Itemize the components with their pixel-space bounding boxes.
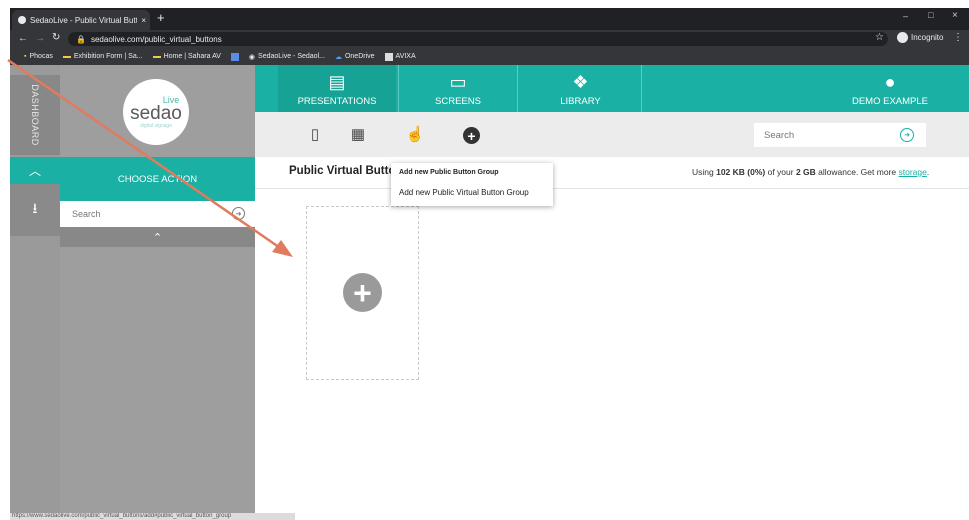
touch-hand-icon[interactable]: ☝ <box>406 124 425 144</box>
bookmark-item[interactable]: Home | Sahara AV <box>152 53 221 60</box>
onedrive-icon: ☁ <box>334 53 342 61</box>
bookmark-dot-icon: ▪ <box>24 53 27 60</box>
bookmark-item[interactable]: ◉ SedaoLive - Sedaol... <box>249 53 325 61</box>
bookmarks-bar: ▪ Phocas Exhibition Form | Sa... Home | S… <box>10 48 969 65</box>
user-name: DEMO EXAMPLE <box>851 96 929 107</box>
bookmark-site-icon <box>230 52 239 61</box>
divider <box>255 188 969 189</box>
browser-status-url: https://www.sedaolive.com/public_virtual… <box>10 513 295 520</box>
bookmark-item[interactable]: Exhibition Form | Sa... <box>62 53 143 60</box>
new-tab-button[interactable]: + <box>157 10 165 25</box>
user-icon: ● <box>884 72 896 92</box>
incognito-badge[interactable]: Incognito <box>897 32 943 43</box>
tab-close-icon[interactable]: × <box>141 16 146 25</box>
avixa-icon <box>384 52 393 61</box>
back-arrow-icon[interactable]: ← <box>18 33 28 44</box>
lock-icon: 🔒 <box>76 34 86 44</box>
window-maximize-button[interactable]: □ <box>928 10 933 20</box>
tab-screens[interactable]: ▭ SCREENS <box>398 65 518 112</box>
dashboard-tab[interactable]: DASHBOARD <box>10 75 60 155</box>
toolbar-search-input[interactable]: Search ➜ <box>754 123 926 147</box>
storage-link[interactable]: storage <box>898 167 926 177</box>
incognito-icon <box>897 32 908 43</box>
tab-presentations-label: PRESENTATIONS <box>297 96 377 107</box>
choose-action-button[interactable]: CHOOSE ACTION <box>60 157 255 201</box>
site-favicon-icon <box>18 16 26 24</box>
bookmark-folder-icon <box>152 55 161 58</box>
user-menu[interactable]: ● DEMO EXAMPLE <box>820 65 960 112</box>
tab-screens-label: SCREENS <box>435 96 481 107</box>
sedao-logo: Live sedao digital signage <box>123 79 189 145</box>
bookmark-star-icon[interactable]: ☆ <box>875 32 884 43</box>
library-icon: ❖ <box>572 72 589 92</box>
storage-usage: Using 102 KB (0%) of your 2 GB allowance… <box>692 167 930 177</box>
url-field[interactable]: 🔒 sedaolive.com/public_virtual_buttons <box>68 32 888 46</box>
browser-tab-bar <box>10 8 969 30</box>
logo-brand-text: sedao <box>130 102 182 124</box>
download-icon[interactable]: ⭳ <box>10 184 60 236</box>
browser-menu-icon[interactable]: ⋮ <box>953 32 963 43</box>
search-go-icon[interactable]: ➜ <box>900 128 914 142</box>
add-dropdown-menu: Add new Public Button Group Add new Publ… <box>391 163 553 206</box>
bookmark-globe-icon: ◉ <box>248 53 256 61</box>
url-text: sedaolive.com/public_virtual_buttons <box>90 34 222 44</box>
monitor-icon: ▭ <box>449 72 467 92</box>
bookmark-folder-icon <box>62 55 71 58</box>
tab-presentations[interactable]: ▤ PRESENTATIONS <box>278 65 396 112</box>
qr-code-icon[interactable]: ▦ <box>349 124 367 144</box>
sidebar-search-input[interactable]: Search ➜ <box>60 201 255 227</box>
bookmark-item[interactable]: ▪ Phocas <box>24 53 53 60</box>
bookmark-item[interactable] <box>230 52 239 61</box>
bookmark-item[interactable]: AVIXA <box>384 52 416 61</box>
window-close-button[interactable]: × <box>952 10 958 21</box>
browser-tab[interactable]: SedaoLive - Public Virtual Button × <box>12 10 150 30</box>
phone-presentation-icon[interactable]: ▯ <box>306 124 324 144</box>
tab-library[interactable]: ❖ LIBRARY <box>520 65 642 112</box>
reload-icon[interactable]: ↻ <box>52 32 60 43</box>
forward-arrow-icon[interactable]: → <box>35 33 45 44</box>
chevron-up-icon[interactable]: ︿ <box>10 157 60 184</box>
sidebar-search-placeholder: Search <box>72 209 101 219</box>
add-icon[interactable]: + <box>463 127 480 144</box>
incognito-label: Incognito <box>911 33 944 42</box>
toolbar-search-placeholder: Search <box>764 129 795 141</box>
dashboard-label: DASHBOARD <box>30 84 41 146</box>
menu-item-add-public-button-group[interactable]: Add new Public Button Group <box>399 169 499 176</box>
add-circle-icon[interactable]: + <box>343 273 382 312</box>
bookmark-item[interactable]: ☁ OneDrive <box>335 53 375 61</box>
tab-library-label: LIBRARY <box>560 96 601 107</box>
sidebar-collapse-chevron-icon[interactable]: ⌃ <box>60 227 255 247</box>
presentation-icon: ▤ <box>328 72 346 92</box>
tab-title: SedaoLive - Public Virtual Button <box>30 15 138 25</box>
menu-item-add-public-virtual-button-group[interactable]: Add new Public Virtual Button Group <box>399 188 529 197</box>
logo-tagline: digital signage <box>140 122 172 129</box>
window-minimize-button[interactable]: – <box>903 11 908 21</box>
search-go-icon[interactable]: ➜ <box>232 207 245 220</box>
